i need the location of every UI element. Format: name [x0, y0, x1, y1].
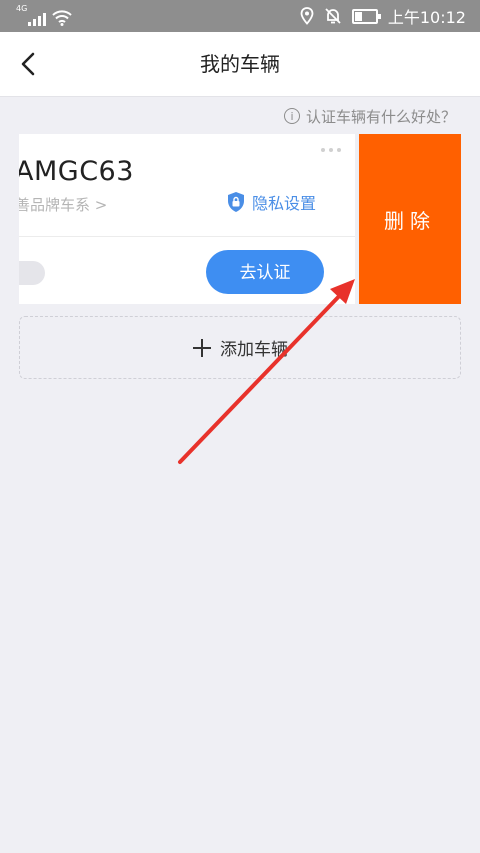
vehicle-plate: AMGC63	[19, 156, 134, 187]
delete-button[interactable]: 删除	[359, 134, 461, 304]
page-title: 我的车辆	[200, 52, 280, 76]
certify-benefits-text: 认证车辆有什么好处？	[305, 107, 456, 126]
add-vehicle-button[interactable]: 添加车辆	[19, 316, 461, 379]
nav-bar: 我的车辆	[0, 32, 480, 97]
delete-label: 删除	[384, 208, 436, 233]
privacy-settings-label: 隐私设置	[252, 194, 317, 213]
privacy-settings-link[interactable]: 隐私设置	[226, 190, 316, 214]
bell-muted-icon	[325, 8, 341, 24]
certify-benefits-link[interactable]: i 认证车辆有什么好处？	[283, 104, 456, 128]
certify-button[interactable]: 去认证	[206, 250, 324, 294]
status-right: 上午10:12	[300, 0, 466, 32]
plus-icon	[192, 338, 212, 358]
brand-series-link[interactable]: 善品牌车系 >	[19, 194, 107, 215]
shield-lock-icon	[228, 192, 244, 212]
vehicle-toggle[interactable]	[19, 261, 45, 285]
card-divider	[19, 236, 355, 237]
status-left: 4G	[16, 4, 72, 26]
info-icon: i	[283, 108, 300, 124]
more-dots-icon[interactable]	[321, 148, 341, 152]
network-type: 4G	[16, 4, 28, 13]
signal-icon	[28, 13, 46, 26]
wifi-icon	[52, 10, 72, 26]
location-icon	[300, 7, 314, 25]
vehicle-card[interactable]: AMGC63 善品牌车系 > 隐私设置 去认证	[19, 134, 355, 304]
status-bar: 4G 上午10:12	[0, 0, 480, 32]
add-vehicle-label: 添加车辆	[220, 340, 288, 360]
chevron-left-icon	[21, 52, 35, 76]
status-time: 上午10:12	[387, 8, 466, 27]
battery-icon	[351, 8, 381, 24]
back-button[interactable]	[12, 46, 48, 82]
